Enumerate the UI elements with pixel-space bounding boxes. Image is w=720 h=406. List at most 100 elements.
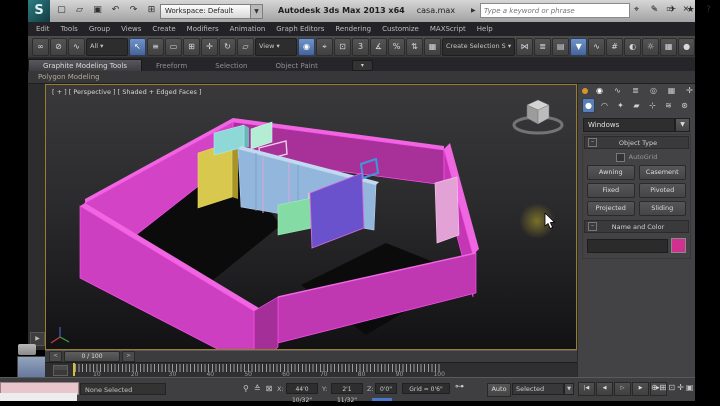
go-to-start-button[interactable]: |◀ bbox=[578, 382, 595, 396]
menu-item[interactable]: Graph Editors bbox=[276, 25, 324, 33]
spinner-snap-icon[interactable]: ⇅ bbox=[406, 37, 423, 56]
object-type-button[interactable]: Awning bbox=[587, 165, 635, 180]
menu-item[interactable]: Views bbox=[121, 25, 141, 33]
set-key-icon[interactable]: ⊶ bbox=[455, 382, 464, 392]
z-field[interactable]: 0'0" bbox=[375, 383, 397, 394]
time-slider-handle[interactable]: 0 / 100 bbox=[64, 351, 120, 362]
collapse-icon[interactable]: – bbox=[588, 222, 597, 231]
menu-item[interactable]: Animation bbox=[230, 25, 266, 33]
hierarchy-tab[interactable]: ≣ bbox=[629, 86, 642, 95]
workspace-dropdown[interactable]: Workspace: Default bbox=[160, 4, 252, 19]
percent-snap-icon[interactable]: % bbox=[388, 37, 405, 56]
undo-icon[interactable]: ↶ bbox=[108, 3, 123, 18]
material-editor-icon[interactable]: ◐ bbox=[624, 37, 642, 56]
search-input[interactable] bbox=[480, 3, 630, 18]
rect-selection-region-icon[interactable]: ▭ bbox=[165, 37, 182, 56]
pan-icon[interactable]: ✛ bbox=[677, 382, 684, 394]
menu-item[interactable]: Rendering bbox=[335, 25, 371, 33]
align-icon[interactable]: ≣ bbox=[534, 37, 552, 56]
menu-item[interactable]: Edit bbox=[36, 25, 50, 33]
key-filter-dropdown-arrow[interactable]: ▼ bbox=[564, 383, 574, 395]
modify-tab[interactable]: ∿ bbox=[611, 86, 624, 95]
named-selection-sets-icon[interactable]: ▦ bbox=[424, 37, 441, 56]
menu-item[interactable]: Group bbox=[89, 25, 110, 33]
object-type-rollout-header[interactable]: – Object Type bbox=[584, 136, 689, 149]
help-icon[interactable]: ? bbox=[702, 3, 715, 18]
curve-editor-icon[interactable]: ∿ bbox=[588, 37, 606, 56]
utilities-tab[interactable]: ✛ bbox=[683, 86, 696, 95]
maximize-viewport-icon[interactable]: ▣ bbox=[686, 382, 694, 394]
category-dropdown-arrow[interactable]: ▼ bbox=[675, 118, 690, 132]
tab-graphite-modeling-tools[interactable]: Graphite Modeling Tools bbox=[28, 59, 143, 71]
select-scale-icon[interactable]: ▱ bbox=[237, 37, 254, 56]
minimize-button[interactable]: – bbox=[648, 3, 660, 15]
time-slider-track[interactable]: < 0 / 100 > bbox=[45, 350, 577, 362]
search-flyout-arrow[interactable]: ▶ bbox=[471, 7, 476, 14]
new-scene-icon[interactable]: ▢ bbox=[54, 3, 69, 18]
ribbon-config-button[interactable]: ▾ bbox=[351, 60, 373, 71]
open-file-icon[interactable]: ▱ bbox=[72, 3, 87, 18]
schematic-view-icon[interactable]: # bbox=[606, 37, 624, 56]
select-manipulate-icon[interactable]: ⌖ bbox=[316, 37, 333, 56]
zoom-all-icon[interactable]: ⊞ bbox=[660, 382, 667, 394]
keyboard-override-icon[interactable]: ⊡ bbox=[334, 37, 351, 56]
project-folder-icon[interactable]: ⊞ bbox=[144, 3, 159, 18]
tab-object-paint[interactable]: Object Paint bbox=[261, 60, 331, 71]
named-selection-dropdown[interactable]: Create Selection S ▾ bbox=[442, 37, 516, 56]
geometry-subtab[interactable]: ● bbox=[582, 98, 595, 113]
mirror-icon[interactable]: ⋈ bbox=[516, 37, 534, 56]
select-move-icon[interactable]: ✛ bbox=[201, 37, 218, 56]
object-type-button[interactable]: Fixed bbox=[587, 183, 635, 198]
angle-snap-icon[interactable]: ∡ bbox=[370, 37, 387, 56]
systems-subtab[interactable]: ⊛ bbox=[678, 98, 691, 113]
wall-front-step-magenta[interactable] bbox=[253, 296, 279, 349]
reference-coordinate-dropdown[interactable]: View ▾ bbox=[255, 37, 297, 56]
object-name-input[interactable] bbox=[587, 238, 668, 253]
prev-frame-button[interactable]: ◀ bbox=[596, 382, 613, 396]
create-tab[interactable]: ◉ bbox=[593, 86, 606, 95]
perspective-viewport[interactable]: [ + ] [ Perspective ] [ Shaded + Edged F… bbox=[45, 84, 577, 350]
viewport-label[interactable]: [ + ] [ Perspective ] [ Shaded + Edged F… bbox=[52, 88, 202, 96]
object-type-button[interactable]: Sliding bbox=[638, 201, 686, 216]
view-cube[interactable] bbox=[512, 99, 564, 135]
redo-icon[interactable]: ↷ bbox=[126, 3, 141, 18]
window-crossing-icon[interactable]: ⊞ bbox=[183, 37, 200, 56]
render-production-icon[interactable]: ● bbox=[678, 37, 696, 56]
collapse-icon[interactable]: – bbox=[588, 138, 597, 147]
zoom-icon[interactable]: ⊕ bbox=[651, 382, 658, 394]
use-pivot-center-icon[interactable]: ◉ bbox=[298, 37, 315, 56]
menu-item[interactable]: Modifiers bbox=[187, 25, 219, 33]
bind-spacewarp-icon[interactable]: ∿ bbox=[68, 37, 85, 56]
helpers-subtab[interactable]: ⊹ bbox=[646, 98, 659, 113]
selection-lock-pin-icon[interactable]: ⚲ bbox=[243, 383, 249, 395]
lights-subtab[interactable]: ✦ bbox=[614, 98, 627, 113]
ribbon-toggle-icon[interactable]: ▼ bbox=[570, 37, 588, 56]
render-setup-icon[interactable]: ☼ bbox=[642, 37, 660, 56]
menu-item[interactable]: Help bbox=[477, 25, 493, 33]
selection-lock-icon[interactable]: ≙ bbox=[254, 383, 261, 395]
select-link-icon[interactable]: ∞ bbox=[32, 37, 49, 56]
rendered-frame-icon[interactable]: ▦ bbox=[660, 37, 678, 56]
time-slider-prev[interactable]: < bbox=[49, 351, 62, 362]
door-pink[interactable] bbox=[434, 176, 460, 244]
display-tab[interactable]: ▦ bbox=[665, 86, 678, 95]
motion-tab[interactable]: ◎ bbox=[647, 86, 660, 95]
select-by-name-icon[interactable]: ≡ bbox=[147, 37, 164, 56]
polygon-modeling-panel[interactable]: Polygon Modeling bbox=[28, 71, 695, 84]
track-bar[interactable]: 10 20 30 40 50 60 70 80 90 100 bbox=[45, 362, 577, 378]
workspace-dropdown-arrow[interactable]: ▼ bbox=[250, 4, 263, 19]
manage-layers-icon[interactable]: ▤ bbox=[552, 37, 570, 56]
selection-filter-dropdown[interactable]: All ▾ bbox=[86, 37, 128, 56]
spacewarps-subtab[interactable]: ≋ bbox=[662, 98, 675, 113]
save-file-icon[interactable]: ▣ bbox=[90, 3, 105, 18]
cameras-subtab[interactable]: ▰ bbox=[630, 98, 643, 113]
menu-item[interactable]: Customize bbox=[382, 25, 419, 33]
search-communication-icon[interactable]: ⌖ bbox=[630, 3, 643, 18]
object-type-button[interactable]: Casement bbox=[638, 165, 686, 180]
tab-freeform[interactable]: Freeform bbox=[142, 60, 201, 71]
x-field[interactable]: 44'0 10/32" bbox=[286, 383, 318, 404]
y-field[interactable]: 2'1 11/32" bbox=[331, 383, 363, 404]
time-slider-next[interactable]: > bbox=[122, 351, 135, 362]
menu-item[interactable]: Tools bbox=[61, 25, 78, 33]
select-object-icon[interactable]: ↖ bbox=[129, 37, 146, 56]
